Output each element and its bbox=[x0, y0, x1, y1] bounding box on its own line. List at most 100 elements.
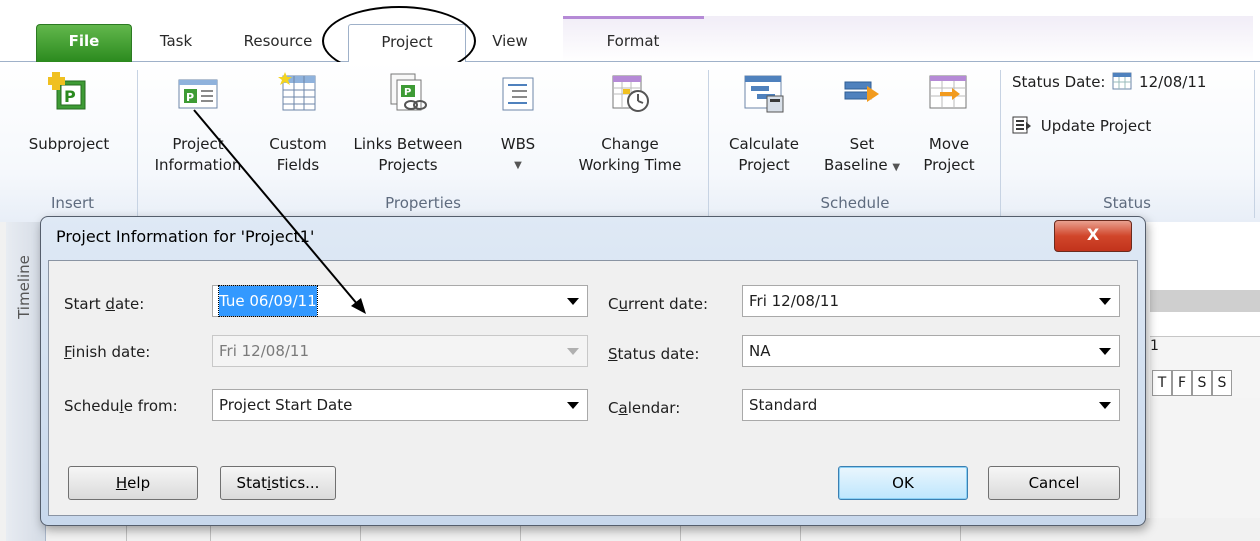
tab-task[interactable]: Task bbox=[140, 24, 212, 62]
current-date-value: Fri 12/08/11 bbox=[749, 292, 840, 310]
group-separator bbox=[1254, 70, 1255, 218]
custom-fields-button[interactable]: Custom Fields bbox=[262, 72, 334, 176]
calendar-icon bbox=[1112, 72, 1132, 94]
timeline-label: Timeline bbox=[14, 255, 33, 319]
timescale-day: T bbox=[1152, 370, 1172, 396]
dropdown-arrow-icon[interactable] bbox=[1099, 298, 1111, 305]
wbs-button[interactable]: WBS ▼ bbox=[490, 72, 546, 176]
calendar-label: Calendar: bbox=[608, 399, 680, 417]
update-project-icon bbox=[1012, 116, 1032, 138]
label-text: inish date: bbox=[71, 343, 151, 361]
custom-fields-icon bbox=[262, 72, 334, 120]
status-date-field[interactable]: NA bbox=[742, 335, 1120, 367]
start-date-field[interactable]: Tue 06/09/11 bbox=[212, 285, 588, 317]
set-baseline-icon bbox=[814, 72, 910, 120]
links-between-projects-button[interactable]: P Links Between Projects bbox=[338, 72, 478, 176]
move-project-label-2: Project bbox=[923, 156, 975, 174]
label-text: tatus date: bbox=[617, 345, 700, 363]
calculate-project-button[interactable]: Calculate Project bbox=[716, 72, 812, 176]
custom-fields-label-2: Fields bbox=[276, 156, 320, 174]
dialog-title: Project Information for 'Project1' bbox=[56, 227, 315, 246]
subproject-icon: P bbox=[14, 72, 124, 120]
label-text: Schedu bbox=[64, 397, 120, 415]
dropdown-arrow-icon bbox=[567, 348, 579, 355]
project-information-button[interactable]: P Project Information bbox=[144, 72, 252, 176]
finish-date-value: Fri 12/08/11 bbox=[219, 342, 310, 360]
links-between-projects-label-1: Links Between bbox=[353, 135, 463, 153]
tab-file[interactable]: File bbox=[36, 24, 132, 62]
set-baseline-label-2: Baseline bbox=[823, 156, 888, 174]
move-project-button[interactable]: Move Project bbox=[914, 72, 984, 176]
project-information-icon: P bbox=[144, 72, 252, 120]
timescale-day: S bbox=[1212, 370, 1232, 396]
statistics-button[interactable]: Statistics... bbox=[220, 466, 336, 500]
svg-text:P: P bbox=[186, 91, 194, 104]
change-working-time-label-1: Change bbox=[601, 135, 659, 153]
wbs-dropdown-icon: ▼ bbox=[514, 160, 522, 171]
calendar-value: Standard bbox=[749, 396, 818, 414]
set-baseline-button[interactable]: Set Baseline ▼ bbox=[814, 72, 910, 178]
wbs-label: WBS bbox=[500, 135, 536, 153]
dropdown-arrow-icon[interactable] bbox=[567, 298, 579, 305]
label-mnemonic: F bbox=[64, 343, 72, 361]
timescale-day: F bbox=[1172, 370, 1192, 396]
label-mnemonic: a bbox=[618, 399, 628, 417]
project-information-label-2: Information bbox=[154, 156, 242, 174]
label-text: ate: bbox=[114, 295, 145, 313]
schedule-from-label: Schedule from: bbox=[64, 397, 178, 415]
dropdown-arrow-icon[interactable] bbox=[1099, 348, 1111, 355]
tab-view[interactable]: View bbox=[470, 24, 550, 62]
calculate-project-label-1: Calculate bbox=[728, 135, 800, 153]
schedule-from-value: Project Start Date bbox=[219, 396, 353, 414]
dropdown-arrow-icon[interactable] bbox=[1099, 402, 1111, 409]
status-date-label: Status Date: bbox=[1012, 73, 1106, 91]
current-date-label: Current date: bbox=[608, 295, 708, 313]
help-mnemonic: H bbox=[115, 474, 128, 492]
status-date-value: 12/08/11 bbox=[1139, 73, 1207, 91]
label-mnemonic: u bbox=[618, 295, 628, 313]
group-label-insert: Insert bbox=[50, 194, 95, 212]
svg-text:P: P bbox=[64, 87, 76, 106]
calendar-select[interactable]: Standard bbox=[742, 389, 1120, 421]
group-label-status: Status bbox=[1103, 194, 1151, 212]
svg-text:P: P bbox=[404, 87, 411, 98]
help-label: elp bbox=[127, 474, 151, 492]
timescale-week-label: 1 bbox=[1150, 338, 1159, 354]
set-baseline-dropdown-icon: ▼ bbox=[892, 162, 901, 173]
timescale-days: T F S S bbox=[1150, 370, 1260, 396]
label-text: Start bbox=[64, 295, 106, 313]
wbs-icon bbox=[490, 72, 546, 120]
label-text: rrent date: bbox=[628, 295, 709, 313]
calculate-project-label-2: Project bbox=[738, 156, 790, 174]
move-project-icon bbox=[914, 72, 984, 120]
label-text: C bbox=[608, 399, 619, 417]
help-button[interactable]: Help bbox=[68, 466, 198, 500]
start-date-label: Start date: bbox=[64, 295, 144, 313]
cancel-button[interactable]: Cancel bbox=[988, 466, 1120, 500]
change-working-time-button[interactable]: Change Working Time bbox=[562, 72, 698, 176]
tab-format[interactable]: Format bbox=[573, 24, 693, 62]
links-between-projects-icon: P bbox=[338, 72, 478, 120]
start-date-value: Tue 06/09/11 bbox=[218, 285, 318, 317]
close-icon: X bbox=[1086, 225, 1100, 244]
status-date-control[interactable]: Status Date: 12/08/11 bbox=[1012, 72, 1206, 94]
status-date-field-value: NA bbox=[749, 342, 771, 360]
label-mnemonic: S bbox=[608, 345, 618, 363]
timescale-day: S bbox=[1192, 370, 1212, 396]
move-project-label-1: Move bbox=[928, 135, 970, 153]
subproject-button[interactable]: P Subproject bbox=[14, 72, 124, 155]
close-button[interactable]: X bbox=[1054, 220, 1132, 252]
label-text: lendar: bbox=[627, 399, 681, 417]
tab-resource[interactable]: Resource bbox=[222, 24, 334, 62]
update-project-button[interactable]: Update Project bbox=[1012, 116, 1151, 138]
status-date-field-label: Status date: bbox=[608, 345, 699, 363]
schedule-from-select[interactable]: Project Start Date bbox=[212, 389, 588, 421]
update-project-label: Update Project bbox=[1040, 117, 1152, 135]
finish-date-label: Finish date: bbox=[64, 343, 150, 361]
group-separator bbox=[708, 70, 709, 218]
dropdown-arrow-icon[interactable] bbox=[567, 402, 579, 409]
project-information-label-1: Project bbox=[172, 135, 224, 153]
format-context-strip bbox=[563, 16, 704, 19]
ok-button[interactable]: OK bbox=[838, 466, 968, 500]
current-date-field[interactable]: Fri 12/08/11 bbox=[742, 285, 1120, 317]
